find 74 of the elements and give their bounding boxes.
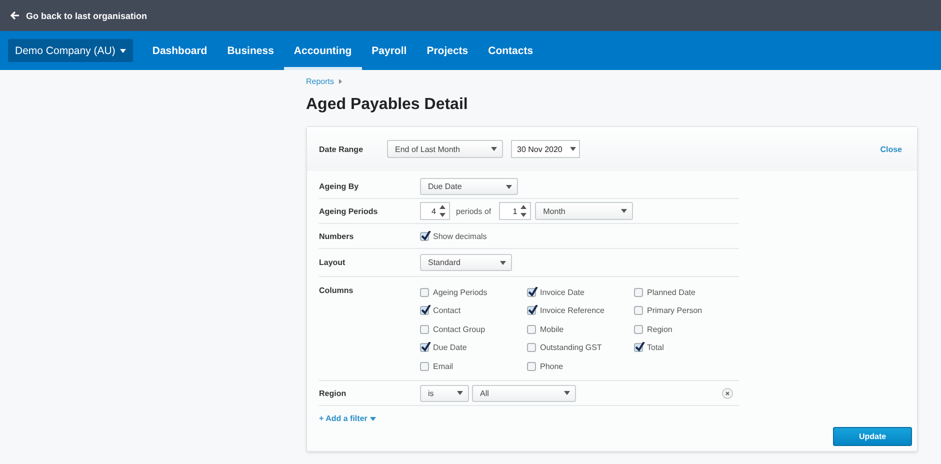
back-link[interactable]: Go back to last organisation — [10, 10, 148, 20]
caret-icon — [457, 391, 463, 395]
checkbox[interactable] — [527, 288, 536, 296]
checkbox[interactable] — [527, 306, 536, 315]
checkbox-label[interactable]: Email — [433, 362, 454, 370]
field-label: Date Range — [319, 144, 364, 154]
nav-tab[interactable]: Payroll — [362, 31, 417, 70]
stepper-icon[interactable] — [520, 204, 528, 218]
checkbox[interactable] — [420, 362, 429, 370]
checkbox-label[interactable]: Primary Person — [647, 306, 702, 315]
check-icon — [421, 342, 431, 352]
checkbox-label[interactable]: Due Date — [433, 343, 467, 352]
checkbox[interactable] — [527, 362, 536, 370]
checkbox[interactable] — [634, 343, 643, 352]
checkbox-label[interactable]: Contact — [433, 306, 461, 315]
caret-icon — [621, 209, 628, 213]
caret-icon — [506, 184, 512, 188]
checkbox-label[interactable]: Mobile — [540, 324, 564, 334]
checkbox-label[interactable]: Phone — [540, 362, 564, 370]
checkbox-label[interactable]: Invoice Date — [540, 288, 584, 296]
checkbox-label[interactable]: Region — [647, 324, 672, 334]
checkbox-label[interactable]: Outstanding GST — [540, 343, 602, 352]
field-text: periods of — [456, 206, 492, 216]
field-label: Layout — [319, 258, 346, 267]
checkbox[interactable] — [527, 343, 536, 352]
field-label: Region — [319, 388, 348, 398]
check-icon — [421, 230, 431, 240]
checkbox[interactable] — [634, 306, 643, 315]
checkbox[interactable] — [634, 324, 643, 334]
unit-dropdown[interactable]: Month — [535, 202, 634, 220]
field-label: Columns — [319, 286, 354, 295]
caret-icon — [491, 147, 498, 151]
remove-icon[interactable] — [722, 388, 733, 398]
field-label: Ageing By — [319, 182, 360, 191]
check-icon — [635, 342, 645, 352]
checkbox-label[interactable]: Invoice Reference — [540, 306, 604, 315]
region-dropdown[interactable]: All — [472, 384, 576, 402]
caret-icon — [564, 391, 570, 395]
checkbox[interactable] — [527, 324, 536, 334]
date-field[interactable]: 30 Nov 2020 — [511, 140, 580, 158]
length-field[interactable]: 1 — [499, 202, 532, 220]
checkbox[interactable] — [420, 306, 429, 315]
checkbox-label[interactable]: Ageing Periods — [433, 288, 488, 296]
checkbox-label[interactable]: Contact Group — [433, 324, 486, 334]
date-range-dropdown[interactable]: End of Last Month — [387, 140, 504, 158]
checkbox[interactable] — [420, 288, 429, 296]
caret-icon — [570, 147, 576, 151]
caret-icon — [120, 48, 126, 52]
check-icon — [421, 305, 431, 315]
checkbox-label[interactable]: Planned Date — [647, 288, 696, 296]
periods-field[interactable]: 4 — [420, 202, 450, 220]
checkbox[interactable] — [420, 232, 429, 240]
ageing-by-dropdown[interactable]: Due Date — [420, 178, 518, 195]
operator-dropdown[interactable]: is — [420, 384, 469, 402]
chevron-icon — [339, 79, 342, 84]
checkbox[interactable] — [420, 343, 429, 352]
stepper-icon[interactable] — [439, 204, 446, 218]
checkbox[interactable] — [420, 324, 429, 334]
checkbox-label[interactable]: Total — [647, 343, 664, 352]
caret-icon — [370, 416, 376, 420]
layout-dropdown[interactable]: Standard — [420, 254, 512, 271]
back-arrow-icon — [10, 11, 20, 20]
caret-icon — [500, 260, 506, 264]
page-title: Aged Payables Detail — [306, 96, 469, 114]
field-label: Numbers — [319, 232, 355, 240]
nav-tab[interactable]: Accounting — [284, 31, 362, 70]
checkbox[interactable] — [634, 288, 643, 296]
nav-tab[interactable]: Business — [217, 31, 284, 70]
checkbox-label[interactable]: Show decimals — [433, 232, 487, 240]
nav-tab[interactable]: Contacts — [478, 31, 544, 70]
organisation-dropdown[interactable]: Demo Company (AU) — [8, 39, 134, 62]
nav-tab[interactable]: Projects — [416, 31, 478, 70]
field-label: Ageing Periods — [319, 206, 379, 216]
nav-tab[interactable]: Dashboard — [142, 31, 218, 70]
